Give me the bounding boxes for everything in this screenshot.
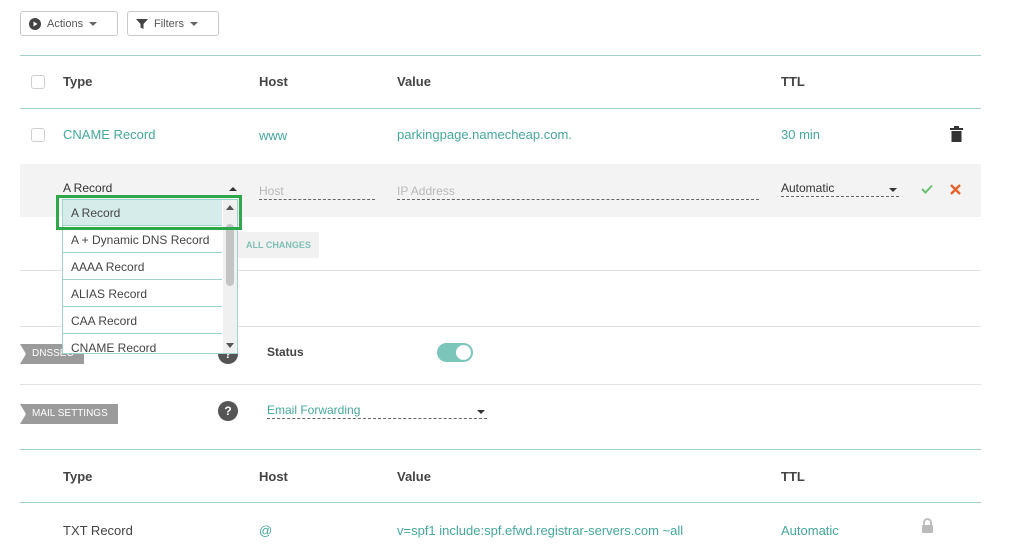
actions-label: Actions [47,17,84,30]
status-label: Status [267,345,304,359]
column-header-value: Value [397,74,431,89]
ttl-select[interactable]: Automatic [781,181,899,197]
save-all-changes-button[interactable]: ALL CHANGES [238,232,319,258]
record-type-selected: A Record [63,181,113,195]
record-type: TXT Record [63,523,133,538]
divider [20,449,981,450]
column-header-ttl: TTL [781,74,805,89]
play-circle-icon [29,17,41,30]
record-ttl: 30 min [781,127,821,142]
chevron-down-icon [189,21,198,26]
filters-button[interactable]: Filters [127,11,219,36]
dropdown-option-cname-record[interactable]: CNAME Record [63,335,222,353]
column-header-host: Host [259,469,288,484]
column-header-type: Type [63,469,93,484]
record-ttl: Automatic [781,523,839,538]
dropdown-option-alias-record[interactable]: ALIAS Record [63,281,222,307]
divider [20,384,981,385]
select-all-checkbox[interactable] [31,75,45,89]
help-icon[interactable]: ? [218,401,238,421]
dropdown-option-caa-record[interactable]: CAA Record [63,308,222,334]
selection-highlight [56,195,242,230]
divider [20,502,981,503]
filters-label: Filters [154,17,184,30]
actions-button[interactable]: Actions [20,11,118,36]
dnssec-toggle[interactable] [437,343,473,362]
dropdown-option-aaaa-record[interactable]: AAAA Record [63,254,222,280]
dropdown-option-a-dynamic-dns[interactable]: A + Dynamic DNS Record [63,227,222,253]
record-type: CNAME Record [63,127,156,142]
close-icon[interactable] [950,184,961,195]
record-host: www [259,128,288,143]
ip-address-input[interactable]: IP Address [397,184,759,200]
filter-icon [136,18,148,29]
column-header-host: Host [259,74,288,89]
column-header-ttl: TTL [781,469,805,484]
column-header-value: Value [397,469,431,484]
chevron-down-icon [89,21,98,26]
row-checkbox[interactable] [31,128,45,142]
mail-settings-select[interactable]: Email Forwarding [267,403,487,419]
mail-settings-selected: Email Forwarding [267,403,361,417]
chevron-up-icon [229,187,237,191]
column-header-type: Type [63,74,93,89]
toggle-knob [456,345,471,360]
chevron-down-icon [477,410,485,414]
trash-icon[interactable] [950,126,963,142]
scroll-down-icon[interactable] [226,343,234,348]
record-value: v=spf1 include:spf.efwd.registrar-server… [397,523,684,538]
divider [20,108,981,109]
chevron-down-icon [889,188,897,192]
divider [20,55,981,56]
scrollbar-thumb[interactable] [226,224,234,286]
host-input[interactable]: Host [259,184,375,200]
record-host: @ [259,523,273,538]
mail-settings-tag: MAIL SETTINGS [20,404,118,424]
ttl-selected: Automatic [781,181,835,195]
lock-icon [922,518,933,533]
check-icon[interactable] [921,184,933,194]
record-value: parkingpage.namecheap.com. [397,127,572,142]
